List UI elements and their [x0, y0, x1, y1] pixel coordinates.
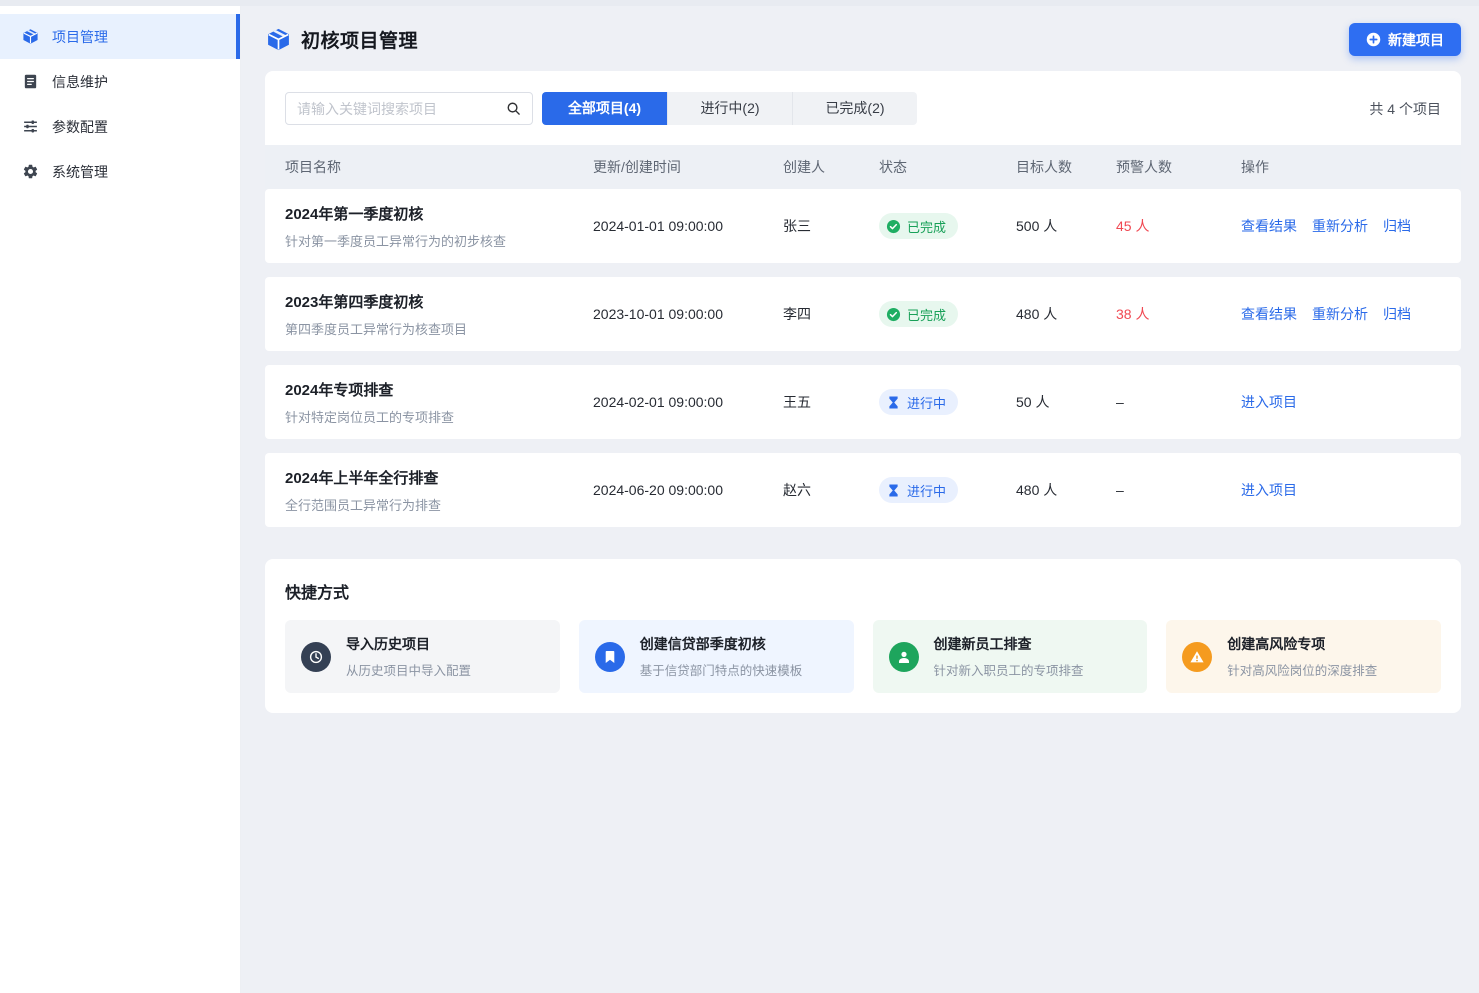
warning-count: 38 人	[1116, 304, 1241, 324]
project-description: 全行范围员工异常行为排查	[285, 495, 593, 514]
tab-in-progress[interactable]: 进行中(2)	[667, 92, 792, 125]
status-badge: 已完成	[879, 213, 958, 239]
warning-count: –	[1116, 394, 1241, 410]
tab-all-projects[interactable]: 全部项目(4)	[542, 92, 667, 125]
clock-icon	[301, 642, 331, 672]
warning-count: –	[1116, 482, 1241, 498]
project-time: 2024-02-01 09:00:00	[593, 394, 783, 410]
view-results-link[interactable]: 查看结果	[1241, 304, 1297, 324]
document-icon	[22, 73, 39, 90]
shortcut-title: 创建信贷部季度初核	[640, 634, 803, 654]
table-row: 2023年第四季度初核 第四季度员工异常行为核查项目 2023-10-01 09…	[265, 277, 1461, 351]
sidebar-item-project-management[interactable]: 项目管理	[0, 14, 240, 59]
page-title: 初核项目管理	[301, 26, 418, 53]
cube-icon	[22, 28, 39, 45]
project-description: 针对特定岗位员工的专项排查	[285, 407, 593, 426]
project-creator: 王五	[783, 392, 879, 412]
shortcut-import-history[interactable]: 导入历史项目 从历史项目中导入配置	[285, 620, 560, 693]
table-header: 项目名称 更新/创建时间 创建人 状态 目标人数 预警人数 操作	[265, 145, 1461, 189]
column-header-name: 项目名称	[285, 157, 593, 177]
project-name: 2024年第一季度初核	[285, 203, 593, 224]
filter-tabs: 全部项目(4) 进行中(2) 已完成(2)	[542, 92, 917, 125]
target-count: 50 人	[1016, 392, 1116, 412]
enter-project-link[interactable]: 进入项目	[1241, 480, 1297, 500]
gear-icon	[22, 163, 39, 180]
enter-project-link[interactable]: 进入项目	[1241, 392, 1297, 412]
toolbar-card: 全部项目(4) 进行中(2) 已完成(2) 共 4 个项目	[265, 71, 1461, 145]
project-creator: 张三	[783, 216, 879, 236]
new-project-button[interactable]: 新建项目	[1349, 23, 1461, 56]
table-row: 2024年第一季度初核 针对第一季度员工异常行为的初步核查 2024-01-01…	[265, 189, 1461, 263]
search-input[interactable]	[297, 101, 498, 117]
shortcut-description: 从历史项目中导入配置	[346, 660, 471, 679]
column-header-time: 更新/创建时间	[593, 157, 783, 177]
project-name: 2023年第四季度初核	[285, 291, 593, 312]
project-name: 2024年上半年全行排查	[285, 467, 593, 488]
new-project-button-label: 新建项目	[1388, 30, 1444, 50]
person-icon	[889, 642, 919, 672]
reanalyze-link[interactable]: 重新分析	[1312, 216, 1368, 236]
main-area: 初核项目管理 新建项目 全部项目(4) 进行中(	[241, 6, 1479, 993]
project-name: 2024年专项排查	[285, 379, 593, 400]
status-badge: 进行中	[879, 389, 958, 415]
sidebar-item-info-maintenance[interactable]: 信息维护	[0, 59, 240, 104]
sidebar-item-parameter-config[interactable]: 参数配置	[0, 104, 240, 149]
project-time: 2024-06-20 09:00:00	[593, 482, 783, 498]
shortcut-description: 针对高风险岗位的深度排查	[1227, 660, 1377, 679]
bookmark-icon	[595, 642, 625, 672]
cube-logo-icon	[266, 27, 291, 52]
sidebar-item-label: 参数配置	[52, 117, 108, 137]
column-header-actions: 操作	[1241, 157, 1441, 177]
hourglass-icon	[886, 483, 901, 498]
target-count: 500 人	[1016, 216, 1116, 236]
search-box	[285, 92, 533, 125]
sidebar-item-label: 系统管理	[52, 162, 108, 182]
plus-circle-icon	[1366, 32, 1381, 47]
sidebar-item-system-management[interactable]: 系统管理	[0, 149, 240, 194]
shortcut-title: 创建新员工排查	[934, 634, 1084, 654]
sidebar-item-label: 信息维护	[52, 72, 108, 92]
table-row: 2024年上半年全行排查 全行范围员工异常行为排查 2024-06-20 09:…	[265, 453, 1461, 527]
shortcut-credit-dept-review[interactable]: 创建信贷部季度初核 基于信贷部门特点的快速模板	[579, 620, 854, 693]
archive-link[interactable]: 归档	[1383, 304, 1411, 324]
shortcut-title: 导入历史项目	[346, 634, 471, 654]
tab-completed[interactable]: 已完成(2)	[792, 92, 917, 125]
sliders-icon	[22, 118, 39, 135]
project-creator: 李四	[783, 304, 879, 324]
sidebar-item-label: 项目管理	[52, 27, 108, 47]
warning-count: 45 人	[1116, 216, 1241, 236]
shortcut-description: 针对新入职员工的专项排查	[934, 660, 1084, 679]
shortcuts-card: 快捷方式 导入历史项目 从历史项目中导入配置	[265, 559, 1461, 713]
column-header-warning: 预警人数	[1116, 157, 1241, 177]
status-badge: 进行中	[879, 477, 958, 503]
shortcut-description: 基于信贷部门特点的快速模板	[640, 660, 803, 679]
search-icon[interactable]	[506, 101, 521, 116]
check-circle-icon	[886, 307, 901, 322]
target-count: 480 人	[1016, 304, 1116, 324]
column-header-creator: 创建人	[783, 157, 879, 177]
shortcuts-title: 快捷方式	[285, 579, 1441, 603]
page-header: 初核项目管理 新建项目	[241, 6, 1479, 71]
column-header-status: 状态	[879, 157, 1016, 177]
project-time: 2024-01-01 09:00:00	[593, 218, 783, 234]
column-header-target: 目标人数	[1016, 157, 1116, 177]
shortcut-title: 创建高风险专项	[1227, 634, 1377, 654]
shortcut-high-risk-special[interactable]: 创建高风险专项 针对高风险岗位的深度排查	[1166, 620, 1441, 693]
table-row: 2024年专项排查 针对特定岗位员工的专项排查 2024-02-01 09:00…	[265, 365, 1461, 439]
status-badge: 已完成	[879, 301, 958, 327]
reanalyze-link[interactable]: 重新分析	[1312, 304, 1368, 324]
project-description: 针对第一季度员工异常行为的初步核查	[285, 231, 593, 250]
project-count: 共 4 个项目	[1369, 99, 1441, 119]
archive-link[interactable]: 归档	[1383, 216, 1411, 236]
hourglass-icon	[886, 395, 901, 410]
shortcut-new-employee-screening[interactable]: 创建新员工排查 针对新入职员工的专项排查	[873, 620, 1148, 693]
project-description: 第四季度员工异常行为核查项目	[285, 319, 593, 338]
check-circle-icon	[886, 219, 901, 234]
warning-triangle-icon	[1182, 642, 1212, 672]
project-creator: 赵六	[783, 480, 879, 500]
target-count: 480 人	[1016, 480, 1116, 500]
sidebar: 项目管理 信息维护 参数配置 系统管理	[0, 6, 241, 993]
view-results-link[interactable]: 查看结果	[1241, 216, 1297, 236]
project-time: 2023-10-01 09:00:00	[593, 306, 783, 322]
